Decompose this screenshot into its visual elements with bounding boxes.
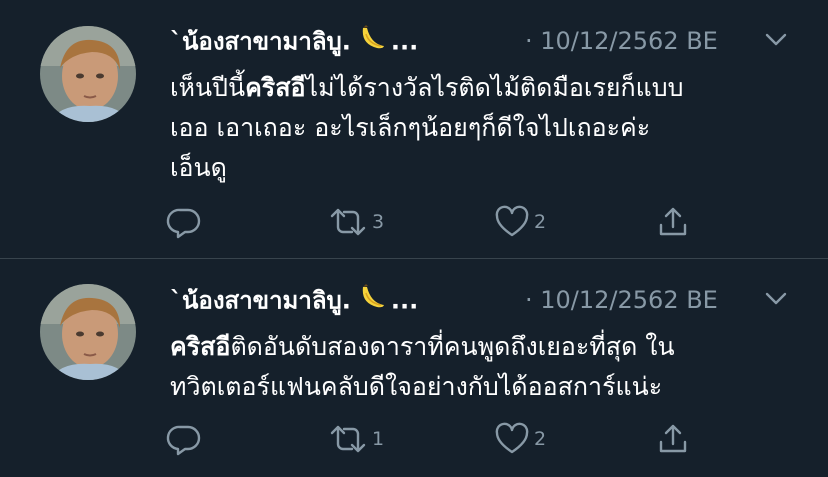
text-bold-segment: คริสอี [170, 332, 231, 361]
avatar-image [40, 284, 136, 380]
like-count: 2 [534, 211, 547, 233]
tweet-timestamp[interactable]: · 10/12/2562 BE [525, 22, 718, 60]
reply-button[interactable] [166, 205, 206, 239]
text-segment: ติดอันดับสองดาราที่คนพูดถึงเยอะที่สุด ใน [230, 332, 675, 361]
timeline: `น้องสาขามาลิบู.... · 10/12/2562 BE เห็น… [0, 0, 828, 477]
retweet-icon [330, 208, 366, 236]
author-name[interactable]: `น้องสาขามาลิบู.... [170, 22, 418, 63]
tweet-header: `น้องสาขามาลิบู.... · 10/12/2562 BE [170, 281, 810, 321]
name-ellipsis: ... [390, 27, 419, 56]
retweet-count: 1 [372, 428, 385, 450]
text-segment: ไม่ได้รางวัลไรติดไม้ติดมือเรยก็แบบ [305, 73, 684, 102]
avatar-image [40, 26, 136, 122]
avatar[interactable] [40, 26, 136, 122]
author-name[interactable]: `น้องสาขามาลิบู.... [170, 281, 418, 322]
banana-icon [357, 22, 387, 63]
retweet-button[interactable]: 3 [328, 205, 384, 239]
text-segment: ทวิตเตอร์แฟนคลับดีใจอย่างกับได้ออสการ์แน… [170, 372, 663, 401]
tweet[interactable]: `น้องสาขามาลิบู.... · 10/12/2562 BE คริส… [0, 259, 828, 477]
like-icon [495, 205, 529, 237]
tweet[interactable]: `น้องสาขามาลิบู.... · 10/12/2562 BE เห็น… [0, 0, 828, 258]
reply-button[interactable] [166, 422, 206, 456]
like-button[interactable]: 2 [494, 422, 546, 456]
reply-icon [166, 208, 201, 239]
chevron-down-icon[interactable] [765, 291, 787, 310]
share-icon [659, 207, 687, 236]
reply-icon [166, 425, 201, 456]
tweet-actions: 3 2 [166, 205, 706, 239]
like-button[interactable]: 2 [494, 205, 546, 239]
share-button[interactable] [656, 205, 690, 239]
like-count: 2 [534, 428, 547, 450]
avatar[interactable] [40, 284, 136, 380]
banana-icon [357, 281, 387, 322]
text-segment: เห็นปีนี้ [170, 73, 246, 102]
chevron-down-icon[interactable] [765, 32, 787, 51]
text-segment: เอ็นดู [170, 153, 227, 182]
tweet-timestamp[interactable]: · 10/12/2562 BE [525, 281, 718, 319]
tweet-header: `น้องสาขามาลิบู.... · 10/12/2562 BE [170, 22, 810, 62]
name-ellipsis: ... [390, 286, 419, 315]
retweet-button[interactable]: 1 [328, 422, 384, 456]
retweet-icon [330, 425, 366, 453]
retweet-count: 3 [372, 211, 385, 233]
author-name-text: `น้องสาขามาลิบู. [170, 286, 351, 315]
share-icon [659, 424, 687, 453]
share-button[interactable] [656, 422, 690, 456]
tweet-text: เห็นปีนี้คริสอีไม่ได้รางวัลไรติดไม้ติดมื… [170, 68, 810, 188]
author-name-text: `น้องสาขามาลิบู. [170, 27, 351, 56]
text-bold-segment: คริสอี [245, 73, 306, 102]
tweet-text: คริสอีติดอันดับสองดาราที่คนพูดถึงเยอะที่… [170, 327, 810, 407]
text-segment: เออ เอาเถอะ อะไรเล็กๆน้อยๆก็ดีใจไปเถอะค่… [170, 113, 651, 142]
like-icon [495, 422, 529, 454]
tweet-actions: 1 2 [166, 422, 706, 456]
